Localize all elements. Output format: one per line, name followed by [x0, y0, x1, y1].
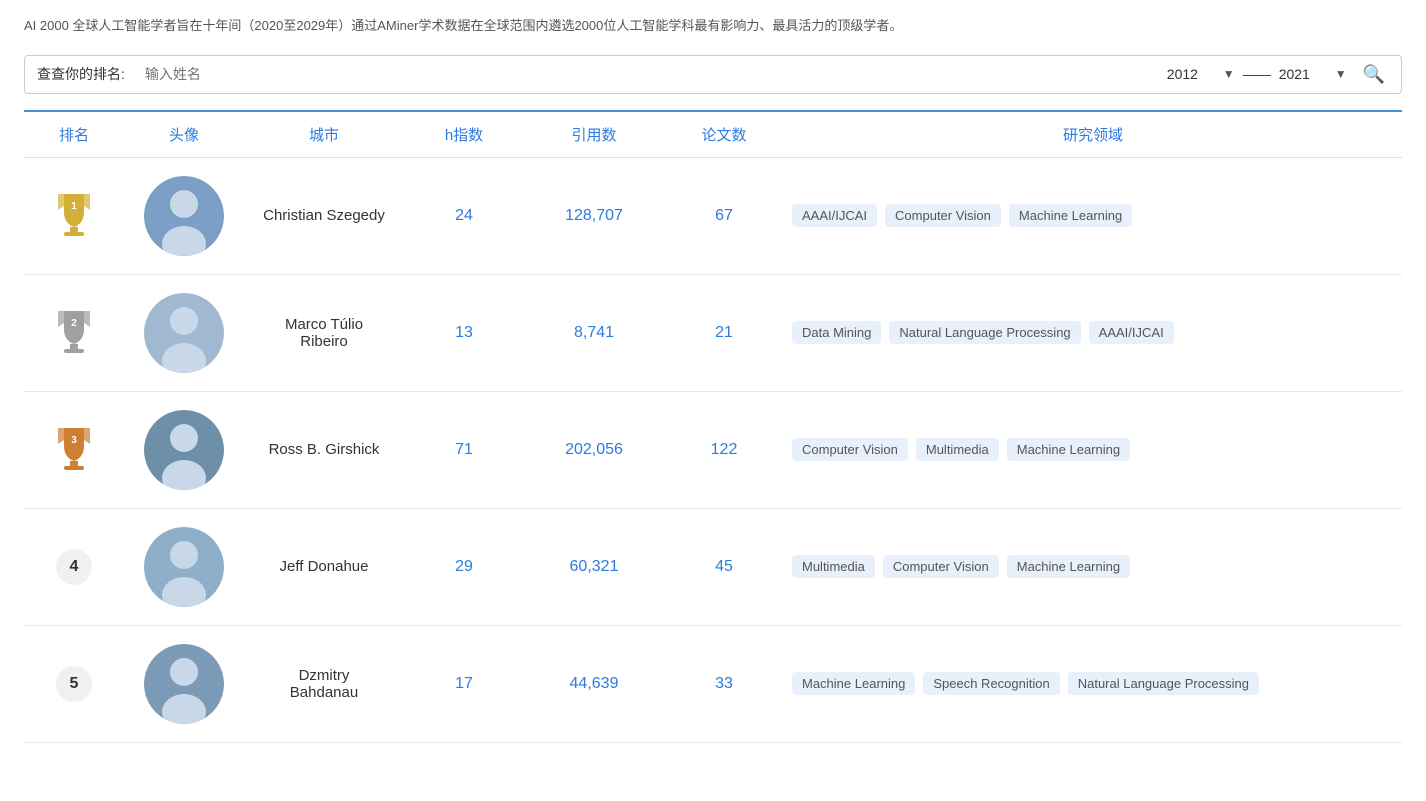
h-index-value: 17 — [404, 675, 524, 693]
papers-value: 21 — [664, 324, 784, 342]
col-hindex: h指数 — [404, 124, 524, 145]
citations-value: 128,707 — [524, 207, 664, 225]
research-tag[interactable]: Computer Vision — [883, 555, 999, 578]
research-tag[interactable]: Multimedia — [916, 438, 999, 461]
svg-text:3: 3 — [71, 435, 77, 446]
rank-badge: 5 — [56, 666, 92, 702]
research-tag[interactable]: Computer Vision — [792, 438, 908, 461]
col-citations: 引用数 — [524, 124, 664, 145]
citations-value: 44,639 — [524, 675, 664, 693]
research-tag[interactable]: Multimedia — [792, 555, 875, 578]
scholar-name[interactable]: Dzmitry Bahdanau — [244, 667, 404, 701]
h-index-value: 13 — [404, 324, 524, 342]
col-city: 城市 — [244, 124, 404, 145]
avatar-cell — [124, 176, 244, 256]
table-row[interactable]: 5 Dzmitry Bahdanau1744,63933Machine Lear… — [24, 626, 1402, 743]
svg-text:1: 1 — [71, 201, 77, 212]
rank-cell: 1 — [24, 190, 124, 242]
col-avatar: 头像 — [124, 124, 244, 145]
avatar — [144, 176, 224, 256]
papers-value: 122 — [664, 441, 784, 459]
avatar — [144, 410, 224, 490]
table-row[interactable]: 3 Ross B. Girshick71202,056122Computer V… — [24, 392, 1402, 509]
research-tag[interactable]: Natural Language Processing — [889, 321, 1080, 344]
search-button[interactable]: 🔍 — [1359, 64, 1389, 85]
tags-cell: Multimedia Computer Vision Machine Learnin… — [784, 555, 1402, 578]
research-tag[interactable]: Computer Vision — [885, 204, 1001, 227]
year-start-select[interactable]: 2012201320142015 2016201720182019 202020… — [1167, 66, 1215, 82]
search-bar: 查查你的排名: 2012201320142015 201620172018201… — [24, 55, 1402, 94]
rank-badge: 4 — [56, 549, 92, 585]
research-tag[interactable]: Machine Learning — [1007, 438, 1130, 461]
year-selector: 2012201320142015 2016201720182019 202020… — [1167, 66, 1347, 82]
h-index-value: 71 — [404, 441, 524, 459]
research-tag[interactable]: AAAI/IJCAI — [1089, 321, 1174, 344]
research-tag[interactable]: Speech Recognition — [923, 672, 1059, 695]
table-row[interactable]: 1 Christian Szegedy24128,70767AAAI/IJCAI… — [24, 158, 1402, 275]
tags-cell: Machine Learning Speech Recognition Natura… — [784, 672, 1402, 695]
col-rank: 排名 — [24, 124, 124, 145]
avatar-cell — [124, 527, 244, 607]
avatar — [144, 527, 224, 607]
rank-cell: 4 — [24, 549, 124, 585]
col-papers: 论文数 — [664, 124, 784, 145]
citations-value: 8,741 — [524, 324, 664, 342]
search-input[interactable] — [137, 66, 1155, 82]
rank-cell: 3 — [24, 424, 124, 476]
table-header: 排名 头像 城市 h指数 引用数 论文数 研究领域 — [24, 112, 1402, 158]
table-body: 1 Christian Szegedy24128,70767AAAI/IJCAI… — [24, 158, 1402, 743]
papers-value: 45 — [664, 558, 784, 576]
col-research-fields: 研究领域 — [784, 124, 1402, 145]
tags-cell: AAAI/IJCAI Computer Vision Machine Learnin… — [784, 204, 1402, 227]
tags-cell: Computer Vision Multimedia Machine Learnin… — [784, 438, 1402, 461]
table-row[interactable]: 2 Marco Túlio Ribeiro138,74121Data Minin… — [24, 275, 1402, 392]
tags-cell: Data Mining Natural Language Processing AA… — [784, 321, 1402, 344]
year-end-select[interactable]: 2012201320142015 2016201720182019 202020… — [1279, 66, 1327, 82]
papers-value: 33 — [664, 675, 784, 693]
svg-text:2: 2 — [71, 318, 77, 329]
year-start-arrow: ▼ — [1223, 67, 1235, 81]
avatar — [144, 293, 224, 373]
papers-value: 67 — [664, 207, 784, 225]
scholar-name[interactable]: Jeff Donahue — [244, 558, 404, 575]
h-index-value: 24 — [404, 207, 524, 225]
citations-value: 202,056 — [524, 441, 664, 459]
scholar-name[interactable]: Christian Szegedy — [244, 207, 404, 224]
avatar — [144, 644, 224, 724]
scholar-name[interactable]: Ross B. Girshick — [244, 441, 404, 458]
rank-cell: 5 — [24, 666, 124, 702]
research-tag[interactable]: Machine Learning — [1007, 555, 1130, 578]
research-tag[interactable]: Machine Learning — [792, 672, 915, 695]
year-end-arrow: ▼ — [1335, 67, 1347, 81]
rank-cell: 2 — [24, 307, 124, 359]
page-wrapper: AI 2000 全球人工智能学者旨在十年间（2020至2029年）通过AMine… — [0, 0, 1426, 759]
avatar-cell — [124, 410, 244, 490]
citations-value: 60,321 — [524, 558, 664, 576]
research-tag[interactable]: AAAI/IJCAI — [792, 204, 877, 227]
description-text: AI 2000 全球人工智能学者旨在十年间（2020至2029年）通过AMine… — [24, 16, 1402, 37]
year-dash: —— — [1243, 66, 1271, 82]
search-label: 查查你的排名: — [37, 64, 125, 84]
scholar-name[interactable]: Marco Túlio Ribeiro — [244, 316, 404, 350]
research-tag[interactable]: Natural Language Processing — [1068, 672, 1259, 695]
table-row[interactable]: 4 Jeff Donahue2960,32145 Multimedia Comput… — [24, 509, 1402, 626]
avatar-cell — [124, 293, 244, 373]
avatar-cell — [124, 644, 244, 724]
h-index-value: 29 — [404, 558, 524, 576]
research-tag[interactable]: Data Mining — [792, 321, 881, 344]
research-tag[interactable]: Machine Learning — [1009, 204, 1132, 227]
